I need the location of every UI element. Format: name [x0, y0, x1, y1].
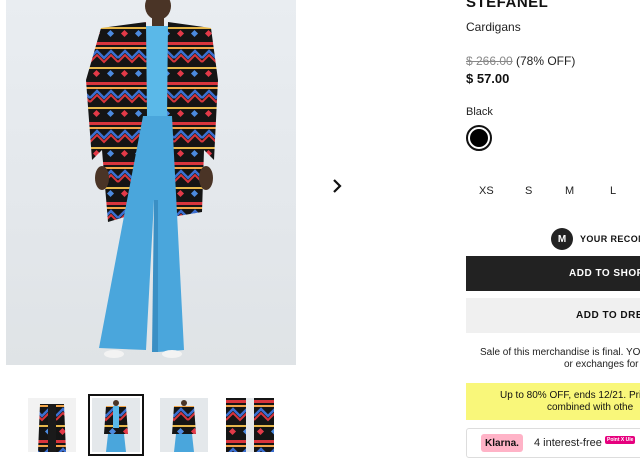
thumbnail-3-image	[160, 398, 208, 452]
thumbnail-1-image	[28, 398, 76, 452]
recommendation-badge: M	[551, 228, 573, 250]
final-sale-line-1: Sale of this merchandise is final. YO	[480, 347, 640, 358]
model-photo-illustration	[86, 0, 218, 358]
thumbnail-2[interactable]	[88, 394, 144, 456]
thumbnail-4-image	[226, 398, 274, 452]
thumbnail-3[interactable]	[160, 398, 208, 452]
add-to-dreambox-button[interactable]: ADD TO DREA	[466, 298, 640, 333]
size-option-xs[interactable]: XS	[479, 185, 494, 197]
chevron-right-icon	[333, 179, 342, 193]
promo-line-2: combined with othe	[547, 402, 634, 413]
color-label: Black	[466, 106, 493, 118]
final-sale-line-2: or exchanges for	[564, 359, 639, 370]
promo-banner: Up to 80% OFF, ends 12/21. Pric combined…	[466, 383, 640, 420]
size-recommendation[interactable]: M YOUR RECOMM	[551, 228, 640, 250]
size-option-l[interactable]: L	[610, 185, 616, 197]
size-option-m[interactable]: M	[565, 185, 574, 197]
points-badge: Point X Ule	[605, 436, 636, 444]
thumbnail-2-image	[92, 398, 140, 452]
recommendation-text: YOUR RECOMM	[580, 234, 640, 244]
promo-line-1: Up to 80% OFF, ends 12/21. Pric	[500, 390, 640, 401]
color-swatch-dot	[470, 129, 488, 147]
klarna-logo: Klarna.	[481, 434, 523, 452]
original-price: $ 266.00	[466, 54, 513, 68]
product-category: Cardigans	[466, 20, 521, 34]
brand-name[interactable]: STEFANEL	[466, 0, 548, 11]
color-swatch-black[interactable]	[466, 125, 492, 151]
product-main-image[interactable]	[6, 0, 296, 365]
klarna-text: 4 interest-free	[534, 437, 602, 449]
thumbnail-1[interactable]	[28, 398, 76, 452]
klarna-installments[interactable]: Klarna. 4 interest-free Point X Ule	[466, 428, 640, 458]
discount-percent: (78% OFF)	[516, 54, 576, 68]
next-image-button[interactable]	[328, 176, 346, 196]
size-option-s[interactable]: S	[525, 185, 532, 197]
thumbnail-4[interactable]	[226, 398, 274, 452]
add-to-cart-button[interactable]: ADD TO SHOPP	[466, 256, 640, 291]
sale-price: $ 57.00	[466, 71, 510, 86]
